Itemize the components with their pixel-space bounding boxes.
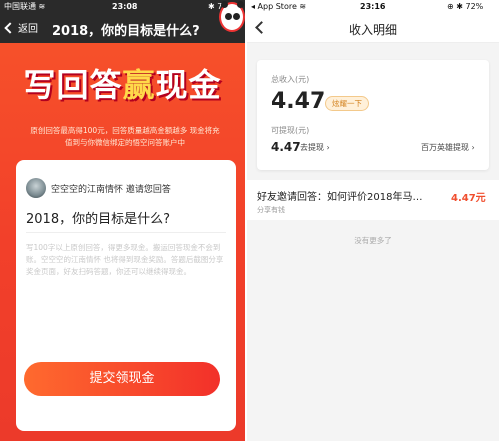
- status-bar: ◂ App Store ≋ 23:16 ⊕ ✱ 72%: [247, 0, 499, 13]
- page-title: 2018，你的目标是什么?: [52, 24, 200, 39]
- withdraw-link[interactable]: 去提现 ›: [300, 142, 330, 153]
- back-button[interactable]: 返回: [4, 20, 38, 35]
- back-label: 返回: [18, 24, 38, 35]
- inviter-avatar: [26, 178, 46, 198]
- chevron-left-icon: [4, 21, 16, 34]
- total-income-label: 总收入(元): [271, 75, 310, 84]
- invite-row: 空空空的江南情怀 邀请您回答: [26, 178, 171, 198]
- available-label: 可提现(元): [271, 126, 310, 135]
- promo-subtitle: 原创回答最高得100元，回答质量越高金额越多 现金将充值到与你微信绑定的悟空问答…: [30, 126, 220, 147]
- question-title: 2018，你的目标是什么?: [26, 212, 170, 227]
- promo-banner: 写回答赢现金: [0, 60, 245, 106]
- status-time: 23:16: [360, 2, 386, 11]
- no-more-text: 没有更多了: [354, 236, 392, 245]
- panda-avatar-icon[interactable]: [219, 1, 245, 32]
- status-bar: 中国联通 ≋ 23:08 ✱ 74%: [0, 0, 245, 13]
- show-off-button[interactable]: 炫耀一下: [325, 96, 369, 111]
- available-value: 4.47: [271, 140, 301, 154]
- divider: [26, 232, 226, 233]
- total-income-value: 4.47: [271, 89, 326, 114]
- submit-button[interactable]: 提交领现金: [24, 362, 220, 396]
- record-title: 好友邀请回答：如何评价2018年马…: [257, 192, 423, 203]
- page-title: 收入明细: [348, 23, 397, 37]
- list-item[interactable]: 好友邀请回答：如何评价2018年马… 分享有钱 4.47元: [247, 180, 499, 220]
- banner-text-3: 现金: [155, 66, 222, 104]
- income-card: 总收入(元) 4.47 炫耀一下 可提现(元) 4.47 去提现 › 百万英雄提…: [257, 60, 489, 170]
- battery-label: ⊕ ✱ 72%: [447, 2, 484, 11]
- record-subtitle: 分享有钱: [257, 206, 285, 214]
- invite-text: 空空空的江南情怀 邀请您回答: [51, 184, 171, 195]
- banner-text-2: 赢: [122, 66, 156, 104]
- status-time: 23:08: [112, 2, 138, 11]
- left-screen: 中国联通 ≋ 23:08 ✱ 74% 返回 2018，你的目标是什么? 写回答赢…: [0, 0, 245, 441]
- carrier-label: 中国联通 ≋: [4, 2, 46, 11]
- hero-withdraw-link[interactable]: 百万英雄提现 ›: [421, 142, 475, 153]
- app-store-back-link[interactable]: ◂ App Store ≋: [251, 0, 306, 13]
- answer-input[interactable]: 写100字以上原创回答，得更多现金。搬运回答现金不会到账。空空空的江南情怀 也将…: [26, 242, 226, 278]
- record-amount: 4.47元: [451, 193, 486, 204]
- nav-bar: 收入明细: [247, 13, 499, 43]
- banner-text-1: 写回答: [23, 66, 123, 104]
- nav-bar: 返回 2018，你的目标是什么?: [0, 13, 245, 43]
- right-screen: ◂ App Store ≋ 23:16 ⊕ ✱ 72% 收入明细 总收入(元) …: [247, 0, 499, 441]
